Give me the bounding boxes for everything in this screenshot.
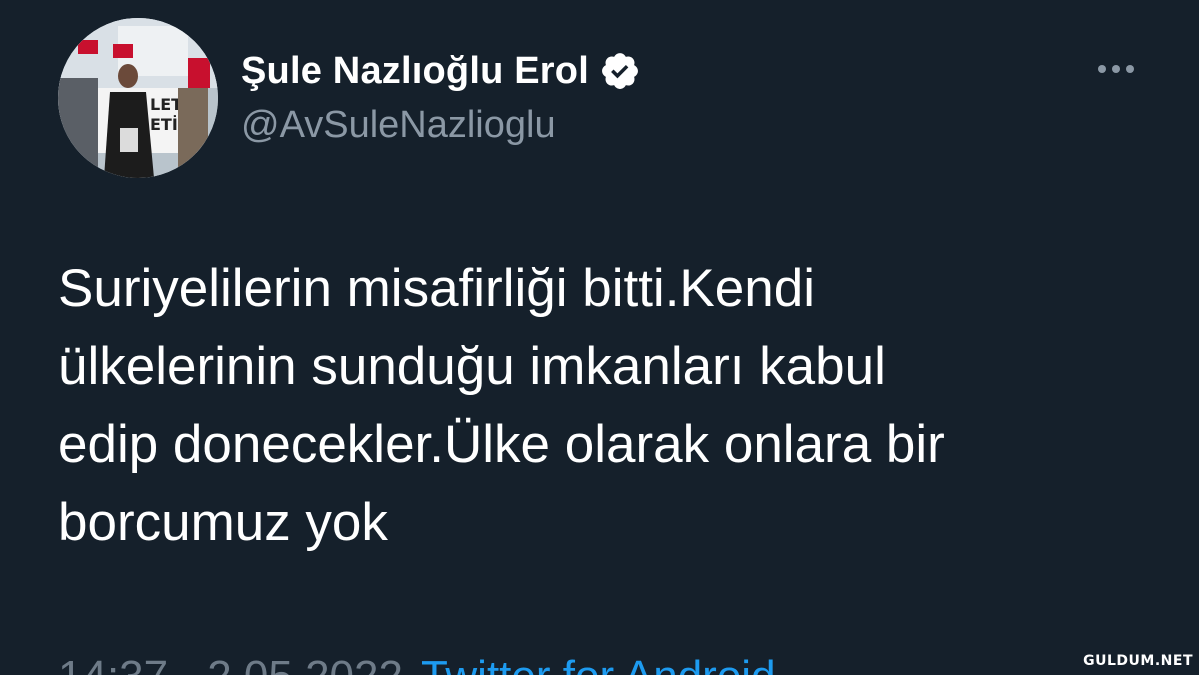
display-name[interactable]: Şule Nazlıoğlu Erol [241,50,589,93]
avatar[interactable]: LET ETİ [58,18,218,178]
more-dot [1126,65,1134,73]
tweet-meta: 14:37 · 2.05.2022 Twitter for Android [58,652,776,675]
verified-badge-icon [599,50,641,92]
more-options-icon[interactable] [1088,52,1144,86]
tweet-text-line: Suriyelilerin misafirliği bitti.Kendi [58,259,815,318]
watermark: GULDUM.NET [1083,653,1193,669]
tweet-text: Suriyelilerin misafirliği bitti.Kendi ül… [58,250,1158,562]
tweet-source-link[interactable]: Twitter for Android [421,652,776,675]
tweet-text-line: borcumuz yok [58,493,388,552]
author-name-row: Şule Nazlıoğlu Erol [241,48,641,94]
tweet-text-line: ülkelerinin sunduğu imkanları kabul [58,337,886,396]
tweet-card: LET ETİ Şule Nazlıoğlu Erol @AvSuleNazli… [0,0,1199,675]
svg-text:LET: LET [150,95,182,114]
tweet-timestamp[interactable]: 14:37 · 2.05.2022 [58,652,403,675]
svg-text:ETİ: ETİ [150,115,178,134]
tweet-text-line: edip donecekler.Ülke olarak onlara bir [58,415,945,474]
more-dot [1098,65,1106,73]
author-handle[interactable]: @AvSuleNazlioglu [241,104,556,147]
more-dot [1112,65,1120,73]
